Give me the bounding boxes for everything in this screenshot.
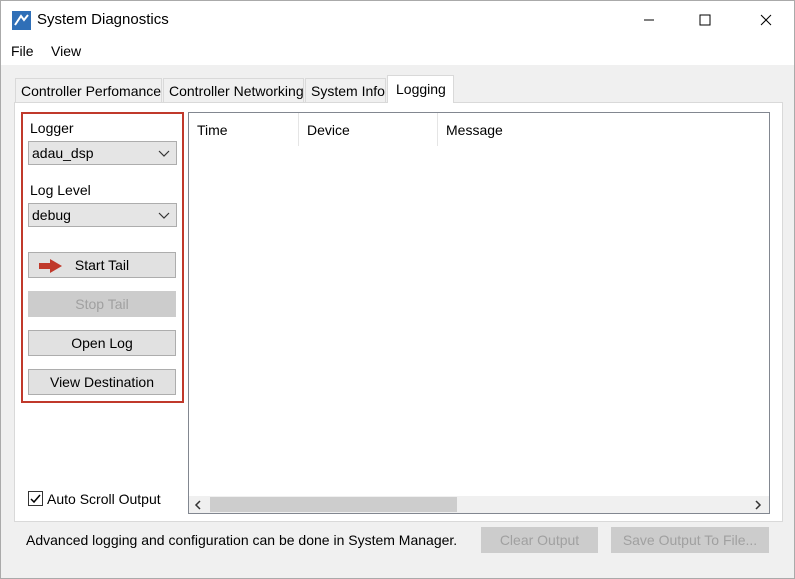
close-button[interactable] — [743, 1, 789, 39]
tab-controller-networking[interactable]: Controller Networking — [163, 78, 304, 102]
tab-controller-performance[interactable]: Controller Perfomance — [15, 78, 162, 102]
auto-scroll-checkbox[interactable] — [28, 491, 43, 506]
title-bar: System Diagnostics — [1, 1, 794, 39]
start-tail-label: Start Tail — [74, 257, 130, 273]
logger-label: Logger — [30, 120, 74, 136]
log-level-value: debug — [32, 207, 71, 223]
checkmark-icon — [30, 494, 41, 504]
log-level-select[interactable]: debug — [28, 203, 177, 227]
clear-output-label: Clear Output — [499, 532, 580, 548]
chevron-right-icon[interactable] — [754, 500, 762, 510]
log-list-view[interactable]: Time Device Message — [188, 112, 770, 514]
arrow-right-icon — [39, 259, 62, 273]
tab-system-info[interactable]: System Info — [305, 78, 386, 102]
chevron-left-icon[interactable] — [194, 500, 202, 510]
clear-output-button[interactable]: Clear Output — [481, 527, 598, 553]
horizontal-scrollbar[interactable] — [189, 496, 769, 513]
column-header-time[interactable]: Time — [189, 113, 299, 146]
auto-scroll-label: Auto Scroll Output — [47, 491, 161, 507]
chevron-down-icon — [158, 150, 170, 157]
column-header-message[interactable]: Message — [438, 113, 769, 146]
menu-file[interactable]: File — [11, 43, 34, 59]
start-tail-button[interactable]: Start Tail — [28, 252, 176, 278]
chevron-down-icon — [158, 212, 170, 219]
app-icon — [12, 11, 31, 30]
view-destination-label: View Destination — [49, 374, 155, 390]
save-output-button[interactable]: Save Output To File... — [611, 527, 769, 553]
save-output-label: Save Output To File... — [622, 532, 758, 548]
close-icon — [760, 14, 772, 26]
stop-tail-button[interactable]: Stop Tail — [28, 291, 176, 317]
logger-value: adau_dsp — [32, 145, 94, 161]
view-destination-button[interactable]: View Destination — [28, 369, 176, 395]
log-level-label: Log Level — [30, 182, 91, 198]
minimize-icon — [644, 19, 654, 21]
maximize-icon — [699, 14, 711, 26]
logger-select[interactable]: adau_dsp — [28, 141, 177, 165]
column-header-device[interactable]: Device — [299, 113, 438, 146]
window: System Diagnostics File View Controller … — [0, 0, 795, 579]
footer-note: Advanced logging and configuration can b… — [26, 532, 458, 548]
open-log-label: Open Log — [71, 335, 133, 351]
menu-bar: File View — [1, 39, 794, 65]
menu-view[interactable]: View — [51, 43, 81, 59]
minimize-button[interactable] — [626, 1, 672, 39]
maximize-button[interactable] — [682, 1, 728, 39]
stop-tail-label: Stop Tail — [75, 296, 129, 312]
open-log-button[interactable]: Open Log — [28, 330, 176, 356]
window-title: System Diagnostics — [37, 11, 169, 28]
tab-logging[interactable]: Logging — [387, 75, 454, 103]
scrollbar-thumb[interactable] — [210, 497, 457, 512]
